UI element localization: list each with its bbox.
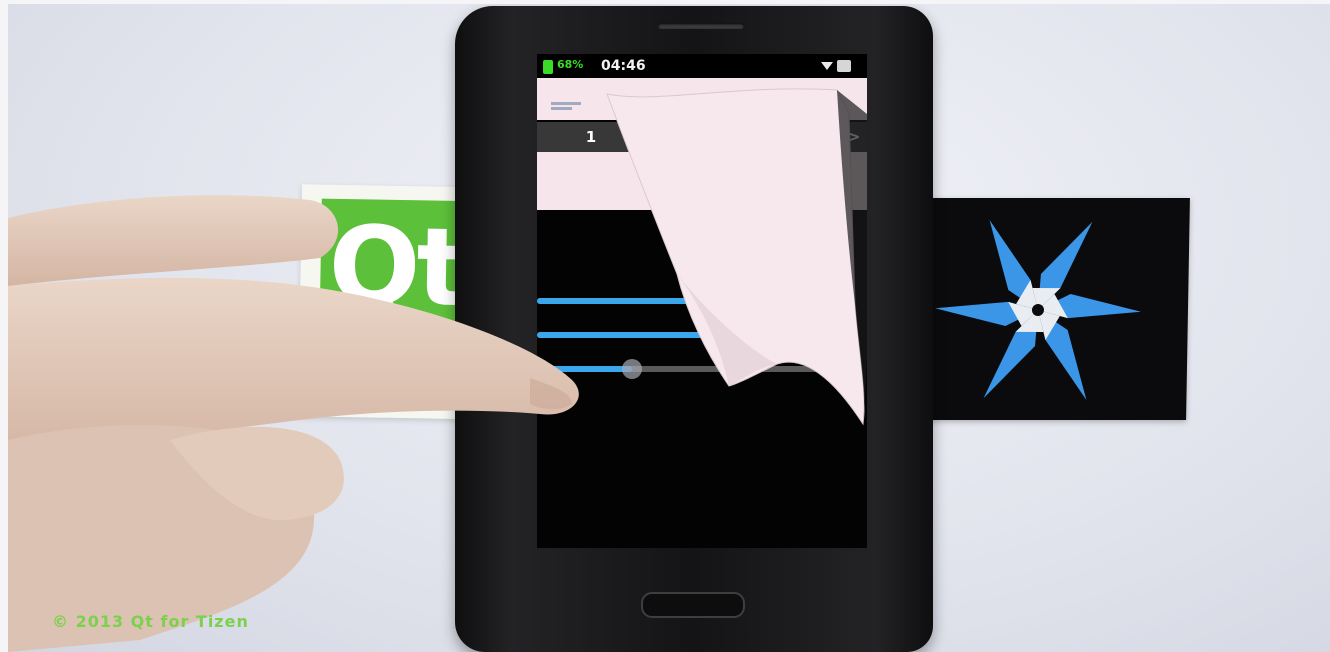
hand	[8, 195, 579, 652]
photo-scene: Qt 68% 04:46 1 © 2013 Qt for Tizen	[0, 0, 1330, 652]
copyright-watermark: © 2013 Qt for Tizen	[52, 612, 249, 631]
